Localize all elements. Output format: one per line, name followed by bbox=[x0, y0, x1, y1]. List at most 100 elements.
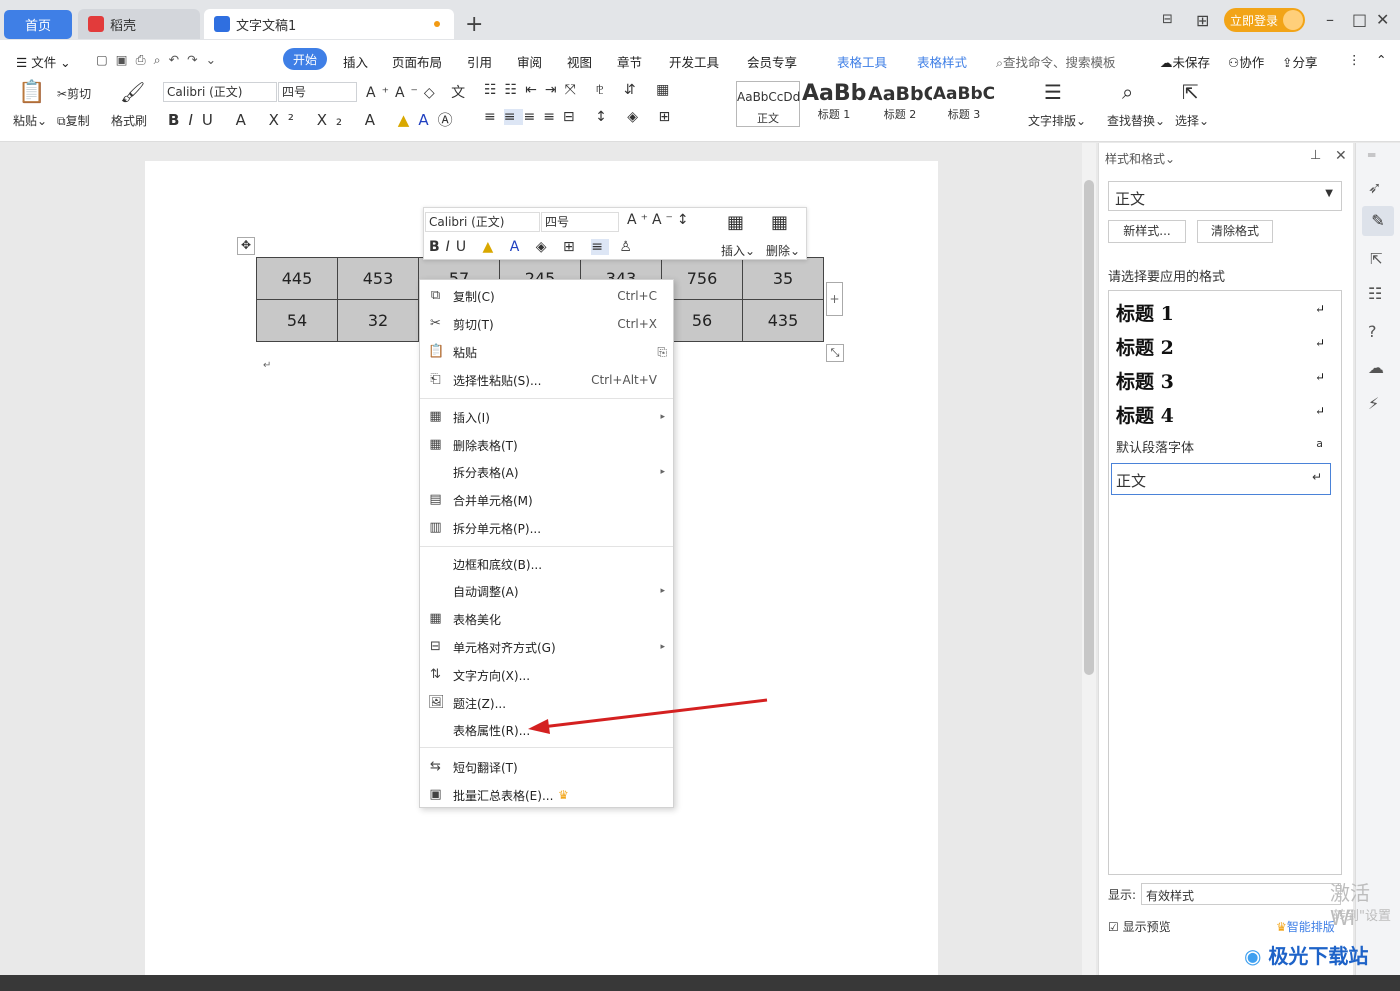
text-layout-button[interactable]: 文字排版⌄ bbox=[1028, 112, 1086, 129]
pin-icon[interactable]: ⊥ bbox=[1310, 148, 1321, 163]
float-size-select[interactable]: 四号 bbox=[541, 212, 619, 232]
menu-view[interactable]: 视图 bbox=[567, 52, 592, 71]
close-icon[interactable]: ✕ bbox=[1376, 10, 1389, 29]
style-heading-3[interactable]: AaBbC 标题 3 bbox=[932, 81, 996, 127]
list-tools[interactable]: ☷☷⇤⇥⤧ ⅊ ⇵ ▦ bbox=[484, 82, 677, 98]
ctx-copy[interactable]: ⧉ 复制(C) Ctrl+C bbox=[420, 283, 673, 309]
format-painter-icon[interactable]: 🖌 bbox=[120, 80, 145, 104]
style-item-heading-4[interactable]: 标题 4 ↵ bbox=[1111, 399, 1331, 431]
format-painter-button[interactable]: 格式刷 bbox=[111, 112, 147, 129]
ctx-beautify[interactable]: ▦ 表格美化 bbox=[420, 606, 673, 632]
cursor-icon[interactable]: ⇱ bbox=[1182, 80, 1199, 104]
align-tools[interactable]: ≡≡≡≡⊟ ↕ ◈ ⊞ bbox=[484, 109, 678, 125]
size-select[interactable]: 四号 bbox=[278, 82, 357, 102]
style-item-default-font[interactable]: 默认段落字体 a bbox=[1111, 437, 1331, 457]
command-search[interactable]: ⌕查找命令、搜索模板 bbox=[996, 52, 1116, 71]
select-button[interactable]: 选择⌄ bbox=[1175, 112, 1209, 129]
ctx-borders[interactable]: 边框和底纹(B)... bbox=[420, 551, 673, 577]
ctx-paste[interactable]: 📋 粘贴 ⎘ bbox=[420, 339, 673, 365]
copy-button[interactable]: ⧉复制 bbox=[57, 112, 90, 129]
paste-icon[interactable]: 📋 bbox=[18, 80, 45, 105]
menu-review[interactable]: 审阅 bbox=[517, 52, 542, 71]
table-insert-icon[interactable]: ▦ bbox=[727, 212, 744, 233]
panel-close-icon[interactable]: ✕ bbox=[1335, 148, 1347, 164]
menu-dev-tools[interactable]: 开发工具 bbox=[669, 52, 719, 71]
ctx-insert[interactable]: ▦ 插入(I) ▸ bbox=[420, 404, 673, 430]
smart-layout-link[interactable]: ♛智能排版 bbox=[1276, 918, 1335, 935]
help-icon[interactable]: ? bbox=[1368, 322, 1377, 341]
ctx-split-table[interactable]: 拆分表格(A) ▸ bbox=[420, 459, 673, 485]
ctx-cell-align[interactable]: ⊟ 单元格对齐方式(G) ▸ bbox=[420, 634, 673, 660]
new-style-button[interactable]: 新样式... bbox=[1108, 220, 1186, 243]
styles-panel-icon[interactable]: ✎ bbox=[1362, 206, 1394, 236]
float-font-select[interactable]: Calibri (正文) bbox=[425, 212, 540, 232]
ctx-merge-cells[interactable]: ▤ 合并单元格(M) bbox=[420, 487, 673, 513]
more-icon[interactable]: ⋮ bbox=[1348, 52, 1361, 67]
menu-member[interactable]: 会员专享 bbox=[747, 52, 797, 71]
table-delete-icon[interactable]: ▦ bbox=[771, 212, 788, 233]
preview-checkbox[interactable]: ☑ 显示预览 bbox=[1108, 918, 1171, 935]
style-item-heading-3[interactable]: 标题 3 ↵ bbox=[1111, 365, 1331, 397]
style-item-heading-2[interactable]: 标题 2 ↵ bbox=[1111, 331, 1331, 363]
grid-icon[interactable]: ⊞ bbox=[1196, 11, 1209, 30]
minimize-icon[interactable]: – bbox=[1326, 10, 1334, 29]
menu-chapter[interactable]: 章节 bbox=[617, 52, 642, 71]
share-button[interactable]: ⇪分享 bbox=[1282, 52, 1318, 71]
text-layout-icon[interactable]: ☰ bbox=[1044, 80, 1062, 104]
ctx-cut[interactable]: ✂ 剪切(T) Ctrl+X bbox=[420, 311, 673, 337]
menu-layout[interactable]: 页面布局 bbox=[392, 52, 442, 71]
layout-icon[interactable]: ⊟ bbox=[1162, 12, 1173, 27]
sliders-icon[interactable]: ☷ bbox=[1368, 284, 1382, 303]
font-select[interactable]: Calibri (正文) bbox=[163, 82, 277, 102]
ctx-text-direction[interactable]: ⇅ 文字方向(X)... bbox=[420, 662, 673, 688]
style-normal[interactable]: AaBbCcDd 正文 bbox=[736, 81, 800, 127]
pointer-icon[interactable]: ⇱ bbox=[1370, 250, 1383, 268]
backup-icon[interactable]: ☁ bbox=[1368, 358, 1384, 377]
ctx-batch-summary[interactable]: ▣ 批量汇总表格(E)... ♛ bbox=[420, 782, 673, 808]
float-size-tools[interactable]: A⁺A⁻↕ bbox=[627, 212, 693, 228]
style-heading-1[interactable]: AaBb 标题 1 bbox=[802, 81, 866, 127]
paste-button[interactable]: 粘贴⌄ bbox=[13, 112, 47, 129]
table-cell[interactable]: 32 bbox=[337, 299, 419, 342]
font-size-tools[interactable]: A⁺A⁻◇ 文 bbox=[366, 82, 471, 102]
style-heading-2[interactable]: AaBbC 标题 2 bbox=[868, 81, 932, 127]
show-select[interactable]: 有效样式 bbox=[1141, 883, 1341, 905]
collab-button[interactable]: ⚇协作 bbox=[1228, 52, 1264, 71]
ctx-translate[interactable]: ⇆ 短句翻译(T) bbox=[420, 754, 673, 780]
maximize-icon[interactable]: □ bbox=[1352, 10, 1367, 29]
find-icon[interactable]: ⌕ bbox=[1122, 80, 1133, 104]
style-item-body[interactable]: 正文 ↵ bbox=[1111, 463, 1331, 495]
login-button[interactable]: 立即登录 bbox=[1224, 8, 1305, 32]
scrollbar-thumb[interactable] bbox=[1084, 180, 1094, 675]
collapse-ribbon-icon[interactable]: ⌃ bbox=[1376, 52, 1386, 67]
table-cell[interactable]: 54 bbox=[256, 299, 338, 342]
tab-document[interactable]: 文字文稿1 bbox=[204, 9, 454, 39]
float-delete-button[interactable]: 删除⌄ bbox=[766, 242, 800, 259]
ctx-paste-special[interactable]: ⎗ 选择性粘贴(S)... Ctrl+Alt+V bbox=[420, 367, 673, 393]
table-resize-icon[interactable]: ⤡ bbox=[826, 344, 844, 362]
table-cell[interactable]: 35 bbox=[742, 257, 824, 300]
lightning-icon[interactable]: ⚡ bbox=[1368, 394, 1379, 413]
ctx-delete-table[interactable]: ▦ 删除表格(T) bbox=[420, 432, 673, 458]
current-style-select[interactable]: 正文 ▼ bbox=[1108, 181, 1342, 211]
menu-table-style[interactable]: 表格样式 bbox=[917, 52, 967, 71]
ctx-split-cells[interactable]: ▥ 拆分单元格(P)... bbox=[420, 515, 673, 541]
style-item-heading-1[interactable]: 标题 1 ↵ bbox=[1111, 297, 1331, 329]
quick-access-icons[interactable]: ▢▣⎙⌕↶↷⌄ bbox=[96, 52, 224, 68]
clear-format-button[interactable]: 清除格式 bbox=[1197, 220, 1273, 243]
table-cell[interactable]: 435 bbox=[742, 299, 824, 342]
new-tab-icon[interactable]: + bbox=[465, 12, 483, 37]
unsaved-button[interactable]: ☁未保存 bbox=[1160, 52, 1210, 71]
menu-start[interactable]: 开始 bbox=[283, 48, 327, 70]
tab-daoke[interactable]: 稻壳 bbox=[78, 9, 200, 39]
table-move-handle-icon[interactable]: ✥ bbox=[237, 237, 255, 255]
menu-references[interactable]: 引用 bbox=[467, 52, 492, 71]
rocket-icon[interactable]: ➶ bbox=[1368, 178, 1381, 197]
add-column-icon[interactable]: + bbox=[826, 282, 843, 316]
table-cell[interactable]: 453 bbox=[337, 257, 419, 300]
menu-file[interactable]: ☰ 文件 ⌄ bbox=[16, 52, 71, 71]
tab-home[interactable]: 首页 bbox=[4, 10, 72, 39]
ctx-autofit[interactable]: 自动调整(A) ▸ bbox=[420, 578, 673, 604]
float-insert-button[interactable]: 插入⌄ bbox=[721, 242, 755, 259]
font-style-tools[interactable]: BIU A X² X₂ A ▲AⒶ bbox=[168, 109, 462, 130]
